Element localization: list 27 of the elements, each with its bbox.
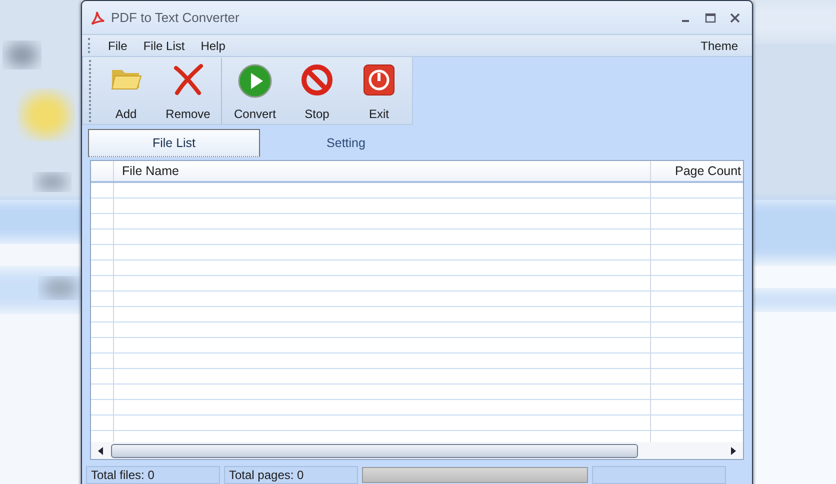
close-icon[interactable] [730,12,740,22]
cross-icon [172,64,204,96]
pdf-icon [90,10,106,26]
tab[interactable]: File List [88,129,260,157]
play-icon [238,64,272,98]
toolbar-button[interactable]: Exit [348,58,410,124]
column-header[interactable]: File Name [114,161,651,181]
menu-item[interactable]: File [100,38,136,52]
horizontal-scrollbar[interactable] [91,442,743,459]
scroll-right-icon[interactable] [729,446,737,456]
power-icon [363,64,395,96]
menu-item[interactable]: Theme [692,38,746,52]
status-text: Total files: 0 [86,466,220,484]
scroll-left-icon[interactable] [97,446,105,456]
status-text: Total pages: 0 [224,466,358,484]
window-title: PDF to Text Converter [111,10,240,25]
stop-icon [301,64,333,96]
toolbar-button[interactable]: Remove [157,58,219,124]
menu-item[interactable]: File List [135,38,193,52]
toolbar-button[interactable]: Stop [286,58,348,124]
column-header[interactable]: Page Count [651,161,743,181]
toolbar-button[interactable]: Convert [224,58,286,124]
menu-item[interactable]: Help [192,38,234,52]
scrollbar-thumb[interactable] [111,444,638,458]
maximize-icon[interactable] [705,12,716,22]
tab[interactable]: Setting [260,129,432,157]
toolbar-button[interactable]: Add [95,58,157,124]
